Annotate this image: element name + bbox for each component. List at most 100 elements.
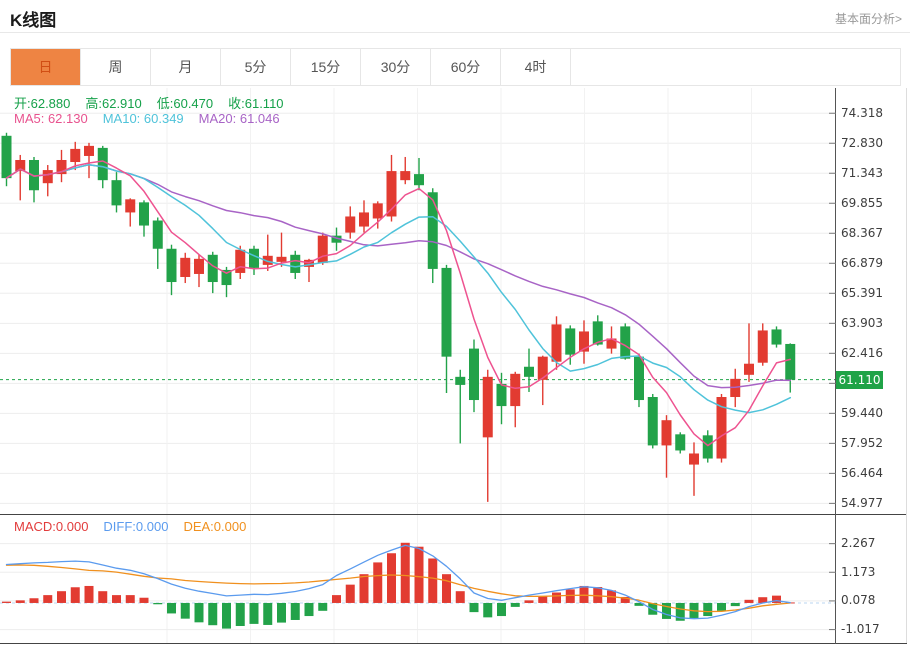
macd-histogram-bar [483, 603, 492, 617]
macd-histogram-bar [470, 603, 479, 612]
macd-histogram-bar [263, 603, 272, 625]
candlestick[interactable] [194, 259, 204, 274]
candlestick[interactable] [620, 326, 630, 358]
candlestick[interactable] [125, 199, 135, 212]
axis-tick-label: 0.078 [841, 593, 875, 607]
legend-item: 高:62.910 [85, 96, 141, 111]
axis-tick-label: 1.173 [841, 565, 875, 579]
candlestick[interactable] [442, 268, 452, 357]
candlestick[interactable] [249, 249, 259, 268]
macd-legend: MACD:0.000DIFF:0.000DEA:0.000 [14, 519, 261, 534]
axis-tick-label: 65.391 [841, 286, 883, 300]
candlestick[interactable] [634, 357, 644, 400]
candlestick[interactable] [428, 192, 438, 269]
candlestick[interactable] [662, 420, 672, 445]
candlestick[interactable] [70, 149, 80, 162]
axis-tick-label: -1.017 [841, 622, 880, 636]
macd-histogram-bar [2, 602, 11, 603]
candlestick[interactable] [98, 148, 108, 180]
candlestick[interactable] [112, 180, 122, 205]
candlestick[interactable] [689, 453, 699, 464]
candlestick[interactable] [565, 328, 575, 354]
ma20-line [7, 165, 791, 388]
candlestick[interactable] [785, 344, 795, 380]
candlestick[interactable] [400, 171, 410, 180]
candlestick[interactable] [703, 435, 713, 458]
candlestick[interactable] [524, 367, 534, 377]
legend-item: 收:61.110 [228, 96, 283, 111]
candlestick[interactable] [277, 257, 287, 262]
ohlc-legend: 开:62.880高:62.910低:60.470收:61.110 [14, 93, 299, 112]
macd-histogram-bar [208, 603, 217, 625]
candlestick[interactable] [758, 330, 768, 362]
macd-histogram-bar [57, 591, 66, 603]
macd-histogram-bar [71, 587, 80, 603]
macd-histogram-bar [538, 596, 547, 603]
macd-histogram-bar [277, 603, 286, 623]
candlestick[interactable] [497, 384, 507, 406]
candlestick[interactable] [675, 434, 685, 450]
legend-item: MACD:0.000 [14, 519, 88, 534]
axis-tick-label: 63.903 [841, 316, 883, 330]
macd-histogram-bar [98, 591, 107, 603]
candlestick[interactable] [373, 203, 383, 218]
macd-histogram-bar [85, 586, 94, 603]
kline-widget: K线图 基本面分析> 日周月5分15分30分60分4时 开:62.880高:62… [0, 0, 910, 646]
axis-tick-label: 57.952 [841, 436, 883, 450]
axis-tick-label: 66.879 [841, 256, 883, 270]
macd-histogram-bar [16, 600, 25, 603]
candlestick[interactable] [139, 202, 149, 225]
macd-histogram-bar [181, 603, 190, 619]
macd-histogram-bar [456, 591, 465, 603]
candlestick[interactable] [469, 349, 479, 400]
candlestick[interactable] [318, 236, 328, 263]
axis-tick-label: 54.977 [841, 496, 883, 510]
candlestick[interactable] [552, 324, 562, 361]
candlestick[interactable] [153, 221, 163, 249]
macd-histogram-bar [772, 596, 781, 603]
axis-tick-label: 56.464 [841, 466, 883, 480]
macd-histogram-bar [112, 595, 121, 603]
candlestick[interactable] [2, 136, 12, 178]
macd-histogram-bar [511, 603, 520, 607]
candlestick[interactable] [648, 397, 658, 445]
candlestick[interactable] [180, 258, 190, 277]
macd-histogram-bar [717, 603, 726, 611]
current-price-badge: 61.110 [836, 371, 883, 389]
legend-item: DIFF:0.000 [103, 519, 168, 534]
candlestick[interactable] [235, 250, 245, 273]
candlestick[interactable] [538, 357, 548, 380]
candlestick[interactable] [483, 377, 493, 438]
macd-histogram-bar [236, 603, 245, 626]
candlestick[interactable] [414, 174, 424, 185]
axis-tick-label: 72.830 [841, 136, 883, 150]
candlestick[interactable] [167, 249, 177, 282]
candlestick[interactable] [744, 364, 754, 375]
legend-item: MA5: 62.130 [14, 111, 88, 126]
macd-histogram-bar [731, 603, 740, 606]
candlestick[interactable] [455, 377, 465, 385]
candlestick[interactable] [772, 329, 782, 344]
macd-histogram-bar [126, 595, 135, 603]
candlestick[interactable] [43, 170, 53, 183]
candlestick[interactable] [510, 374, 520, 406]
macd-histogram-bar [415, 547, 424, 603]
macd-histogram-bar [525, 600, 534, 603]
macd-histogram-bar [703, 603, 712, 616]
candlestick[interactable] [345, 216, 355, 232]
legend-item: MA10: 60.349 [103, 111, 184, 126]
macd-histogram-bar [442, 574, 451, 603]
macd-histogram-bar [593, 587, 602, 603]
macd-histogram-bar [360, 574, 369, 603]
macd-histogram-bar [291, 603, 300, 620]
axis-tick-label: 69.855 [841, 196, 883, 210]
candlestick[interactable] [84, 146, 94, 156]
macd-histogram-bar [318, 603, 327, 611]
macd-histogram-bar [552, 592, 561, 602]
macd-histogram-bar [332, 595, 341, 603]
macd-histogram-bar [428, 558, 437, 602]
candlestick[interactable] [359, 212, 369, 226]
macd-histogram-bar [373, 562, 382, 603]
axis-tick-label: 71.343 [841, 166, 883, 180]
candlestick[interactable] [290, 255, 300, 273]
